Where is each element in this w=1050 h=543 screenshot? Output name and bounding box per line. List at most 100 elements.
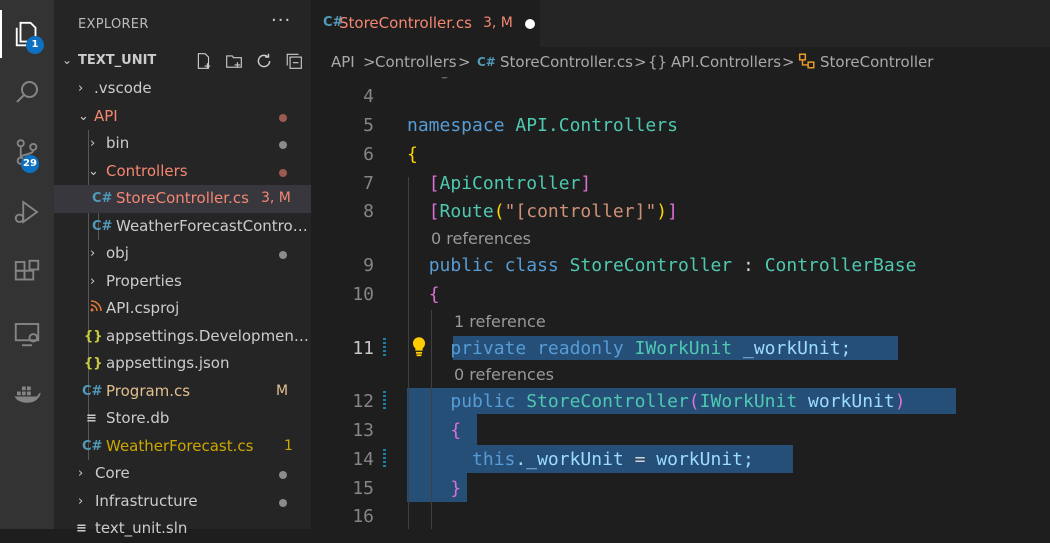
workspace-section-header[interactable]: ⌄ TEXT_UNIT — [54, 47, 311, 75]
line-number: 4 — [363, 86, 374, 107]
token: = — [634, 449, 646, 470]
csharp-file-icon: C# — [82, 438, 103, 454]
tree-folder-core[interactable]: › Core — [54, 460, 311, 488]
collapse-all-icon[interactable] — [284, 51, 304, 71]
token: { — [407, 144, 418, 165]
editor-group: C# StoreController.cs 3, M API > Control… — [311, 0, 1050, 529]
breadcrumb-item[interactable]: API.Controllers — [671, 53, 781, 71]
breadcrumb-item[interactable]: API — [331, 53, 355, 71]
breadcrumb-item[interactable]: StoreController.cs — [500, 53, 633, 71]
codelens-references[interactable]: 1 reference — [454, 312, 546, 331]
namespace-icon: {} — [648, 53, 668, 71]
breadcrumb-item[interactable]: StoreController — [820, 53, 933, 71]
chevron-right-icon: › — [90, 273, 96, 289]
tree-file-storecontroller[interactable]: C# StoreController.cs 3, M — [54, 185, 311, 213]
tree-file-weatherforecast[interactable]: C# WeatherForecast.cs 1 — [54, 433, 311, 461]
extensions-icon[interactable] — [0, 248, 54, 296]
tree-folder-controllers[interactable]: ⌄ Controllers — [54, 158, 311, 186]
tree-folder-api[interactable]: ⌄ API — [54, 103, 311, 131]
line-number: 9 — [363, 255, 374, 276]
codelens-references[interactable]: 0 references — [431, 229, 531, 248]
json-file-icon: {} — [84, 356, 103, 371]
token: StoreController — [526, 391, 689, 412]
token: ControllerBase — [764, 255, 917, 276]
csharp-file-icon: C# — [92, 191, 113, 206]
tree-label: API — [94, 106, 118, 125]
breadcrumb-separator: > — [458, 53, 471, 71]
chevron-right-icon: › — [90, 246, 96, 261]
git-status-badge: 1 — [284, 437, 293, 454]
git-status-badge: M — [276, 382, 289, 399]
source-control-icon[interactable]: 29 — [0, 128, 54, 176]
token: [ — [428, 173, 440, 194]
tree-file-api-csproj[interactable]: API.csproj — [54, 295, 311, 323]
code-line-15: } — [407, 478, 461, 499]
run-debug-icon[interactable] — [0, 188, 54, 236]
token: [ — [428, 201, 440, 222]
token: StoreController — [569, 255, 733, 276]
tree-label: WeatherForecastControll... — [116, 216, 308, 235]
csharp-file-icon: C# — [92, 218, 113, 234]
token: IWorkUnit — [699, 391, 798, 412]
breadcrumb-item[interactable]: Controllers — [375, 53, 457, 71]
tree-file-weatherforecastcontroller[interactable]: C# WeatherForecastControll... — [54, 213, 311, 241]
code-editor[interactable]: ~g ~ ~ 4 5 6 7 8 9 10 11 12 13 14 15 — [311, 77, 1050, 529]
token: API.Controllers — [515, 115, 678, 136]
tree-label: .vscode — [94, 79, 152, 97]
token: Route — [439, 201, 494, 222]
tree-label: Infrastructure — [95, 491, 198, 510]
tree-label: Core — [95, 464, 130, 482]
activity-bar: 1 29 — [0, 0, 54, 529]
line-number: 11 — [352, 338, 374, 359]
tree-folder-properties[interactable]: › Properties — [54, 268, 311, 296]
token: private — [450, 338, 527, 359]
code-line-13: { — [407, 420, 461, 441]
chevron-down-icon: ⌄ — [62, 53, 73, 67]
line-number: 15 — [352, 478, 374, 499]
token: public — [428, 255, 494, 276]
line-number: 7 — [363, 173, 374, 194]
tab-label: StoreController.cs — [339, 14, 472, 32]
tree-label: Program.cs — [106, 381, 191, 400]
tree-file-appsettings-development[interactable]: {} appsettings.Development.j... — [54, 323, 311, 351]
tree-file-program[interactable]: C# Program.cs M — [54, 378, 311, 406]
token: { — [450, 420, 462, 441]
chevron-right-icon: › — [90, 136, 96, 151]
tree-label: Controllers — [106, 161, 188, 180]
tab-bar: C# StoreController.cs 3, M — [311, 0, 1050, 47]
new-folder-icon[interactable] — [224, 51, 244, 71]
remote-explorer-icon[interactable] — [0, 310, 54, 358]
line-number: 16 — [352, 506, 374, 527]
more-actions-icon[interactable]: ··· — [271, 10, 291, 31]
token: "[controller]" — [504, 201, 657, 222]
explorer-icon[interactable]: 1 — [0, 10, 54, 58]
tree-folder-vscode[interactable]: › .vscode — [54, 75, 311, 103]
token: ) — [656, 201, 668, 222]
unsaved-dot-icon[interactable] — [525, 19, 535, 29]
code-line-6: { — [407, 144, 418, 165]
docker-icon[interactable] — [0, 370, 54, 418]
line-number: 13 — [352, 420, 374, 441]
search-icon[interactable] — [0, 68, 54, 116]
tree-label: obj — [106, 244, 129, 262]
tree-folder-obj[interactable]: › obj — [54, 240, 311, 268]
line-number: 14 — [352, 449, 374, 470]
new-file-icon[interactable] — [194, 51, 214, 71]
tree-folder-bin[interactable]: › bin — [54, 130, 311, 158]
tree-file-store-db[interactable]: ≡ Store.db — [54, 405, 311, 433]
code-line-8: [Route("[controller]")] — [407, 201, 678, 222]
token: } — [450, 478, 462, 499]
class-icon — [798, 52, 816, 74]
codelens-references[interactable]: 0 references — [454, 365, 554, 384]
token: readonly — [537, 338, 624, 359]
token: this — [472, 449, 516, 470]
tab-storecontroller[interactable]: C# StoreController.cs 3, M — [311, 0, 540, 47]
chevron-right-icon: › — [78, 466, 84, 481]
git-status-dot — [279, 251, 287, 259]
refresh-icon[interactable] — [254, 51, 274, 71]
line-number: 5 — [363, 115, 374, 136]
explorer-header: EXPLORER — [78, 17, 149, 32]
tree-folder-infrastructure[interactable]: › Infrastructure — [54, 488, 311, 516]
gutter-change-marker — [383, 449, 386, 469]
tree-file-appsettings[interactable]: {} appsettings.json — [54, 350, 311, 378]
